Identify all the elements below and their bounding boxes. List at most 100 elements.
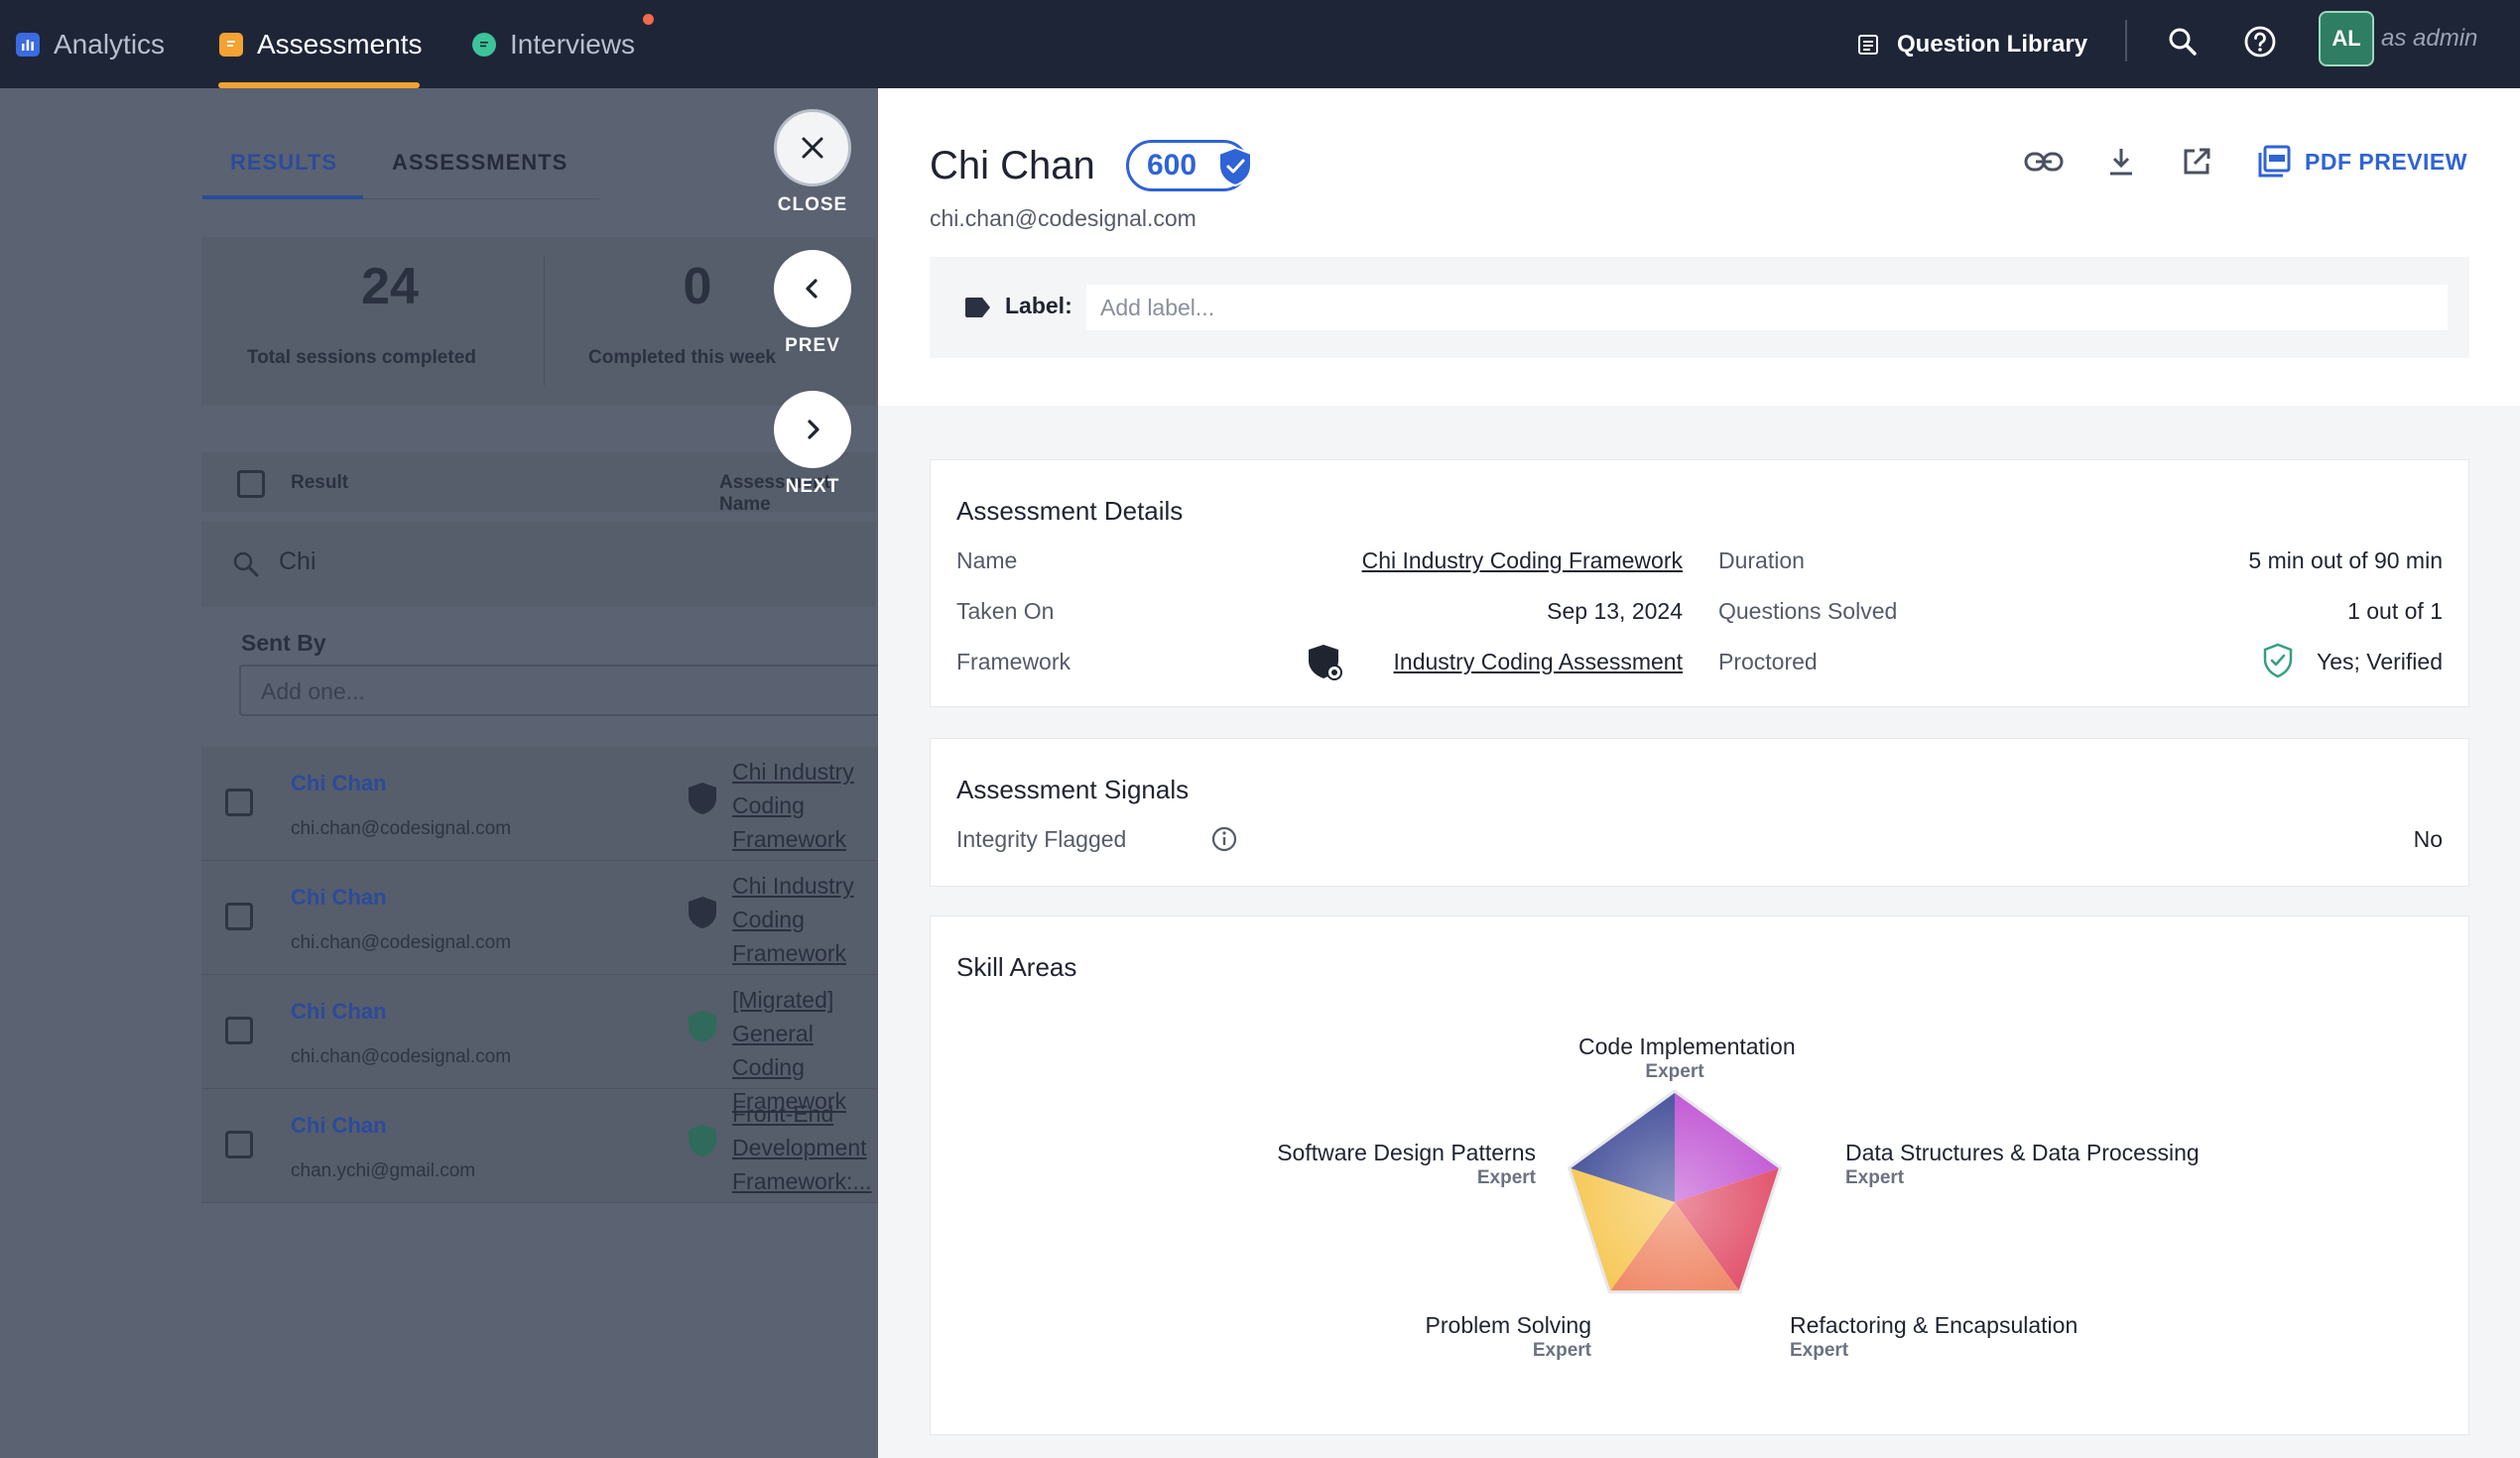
framework-shield-icon (689, 1125, 716, 1156)
open-external-button[interactable] (2175, 140, 2218, 183)
row-checkbox[interactable] (225, 903, 253, 930)
column-result[interactable]: Result (291, 472, 348, 494)
question-library-label: Question Library (1897, 30, 2088, 58)
stat-week-label: Completed this week (588, 347, 776, 368)
top-navigation-bar: Analytics Assessments Interviews Questio… (0, 0, 2520, 88)
integrity-flagged-value: No (2413, 826, 2443, 852)
stats-card: 24 Total sessions completed 0 Completed … (201, 237, 876, 406)
framework-link[interactable]: Industry Coding Assessment (1394, 649, 1683, 675)
chat-icon (472, 32, 496, 57)
results-panel-background: RESULTS ASSESSMENTS 24 Total sessions co… (0, 88, 894, 1458)
assessment-name-link[interactable]: Chi Industry Coding Framework (1362, 547, 1683, 574)
stat-week-value: 0 (683, 258, 712, 315)
row-framework-link[interactable]: Chi Industry Coding Framework (732, 869, 881, 970)
table-row[interactable]: Chi Chan chi.chan@codesignal.com Chi Ind… (201, 747, 878, 861)
bar-chart-icon (16, 32, 40, 57)
search-icon[interactable] (2163, 22, 2203, 61)
skill-label-code-implementation: Code Implementation (1578, 1033, 1796, 1059)
notification-dot (643, 14, 654, 25)
chevron-right-icon (808, 420, 819, 439)
skill-label-problem-solving: Problem Solving (1425, 1312, 1591, 1338)
row-candidate-name[interactable]: Chi Chan (291, 771, 387, 796)
table-row[interactable]: Chi Chan chan.ychi@gmail.com Front-End D… (201, 1089, 878, 1203)
row-checkbox[interactable] (225, 1017, 253, 1044)
candidate-detail-drawer: Chi Chan 600 chi.chan@codesignal.com PDF… (878, 88, 2520, 1458)
search-icon (233, 551, 259, 577)
tab-results[interactable]: RESULTS (230, 150, 337, 176)
label-section: Label: (930, 257, 2469, 358)
stat-divider (544, 257, 545, 386)
integrity-flagged-key: Integrity Flagged (956, 826, 1127, 852)
taken-on-key: Taken On (956, 598, 1055, 624)
skill-level-data-structures: Expert (1845, 1167, 1905, 1188)
nav-assessments-label: Assessments (257, 28, 423, 60)
radar-outline (1567, 1089, 1783, 1294)
nav-assessments[interactable]: Assessments (219, 0, 423, 88)
nav-interviews[interactable]: Interviews (472, 0, 635, 88)
pdf-icon (2258, 145, 2291, 178)
question-library-link[interactable]: Question Library (1857, 0, 2087, 88)
row-candidate-email: chi.chan@codesignal.com (291, 1046, 512, 1067)
framework-shield-icon (689, 897, 716, 928)
sent-by-input[interactable]: Add one... (239, 665, 894, 716)
prev-label: PREV (785, 335, 840, 356)
tag-icon (965, 298, 990, 317)
download-button[interactable] (2099, 140, 2143, 183)
skill-radar-chart (1567, 1089, 1783, 1294)
proctored-key: Proctored (1718, 649, 1818, 674)
copy-link-button[interactable] (2022, 140, 2066, 183)
name-key: Name (956, 547, 1018, 573)
tab-assessments[interactable]: ASSESSMENTS (392, 150, 567, 176)
select-all-checkbox[interactable] (237, 470, 265, 498)
next-button[interactable] (774, 391, 851, 468)
close-button[interactable] (774, 109, 851, 186)
framework-shield-icon (1309, 645, 1342, 680)
row-framework-link[interactable]: Chi Industry Coding Framework (732, 755, 881, 856)
skill-level-problem-solving: Expert (1532, 1340, 1591, 1361)
assessment-details-title: Assessment Details (956, 496, 1184, 526)
row-checkbox[interactable] (225, 789, 253, 816)
search-input[interactable]: Chi (279, 547, 316, 576)
verified-shield-icon (2263, 643, 2293, 678)
assessment-details-card: Assessment Details Name Chi Industry Cod… (930, 459, 2469, 707)
table-row[interactable]: Chi Chan chi.chan@codesignal.com [Migrat… (201, 975, 878, 1114)
stat-total-label: Total sessions completed (247, 347, 476, 368)
next-label: NEXT (785, 476, 840, 497)
row-candidate-email: chi.chan@codesignal.com (291, 818, 512, 839)
sent-by-placeholder: Add one... (261, 678, 365, 704)
row-candidate-name[interactable]: Chi Chan (291, 1113, 387, 1139)
nav-analytics-label: Analytics (54, 28, 166, 60)
skill-areas-card: Skill Areas Code Implementation Expert D… (930, 915, 2469, 1435)
skill-label-software-design: Software Design Patterns (1277, 1140, 1536, 1165)
row-checkbox[interactable] (225, 1131, 253, 1158)
link-icon (2024, 152, 2064, 172)
row-candidate-email: chan.ychi@gmail.com (291, 1160, 476, 1181)
duration-value: 5 min out of 90 min (2248, 547, 2443, 573)
row-candidate-name[interactable]: Chi Chan (291, 885, 387, 911)
verified-shield-icon (1218, 146, 1252, 187)
stat-total-value: 24 (361, 258, 419, 315)
close-label: CLOSE (777, 194, 848, 215)
table-row[interactable]: Chi Chan chi.chan@codesignal.com Chi Ind… (201, 861, 878, 975)
prev-button[interactable] (774, 250, 851, 327)
skill-level-code-implementation: Expert (1645, 1061, 1704, 1082)
candidate-email: chi.chan@codesignal.com (930, 205, 1197, 231)
proctored-value: Yes; Verified (2316, 649, 2443, 674)
close-icon (802, 137, 823, 159)
active-tab-underline (202, 195, 363, 199)
pdf-preview-button[interactable]: PDF PREVIEW (2257, 140, 2467, 183)
score-value: 600 (1147, 149, 1197, 182)
framework-key: Framework (956, 649, 1071, 674)
row-candidate-name[interactable]: Chi Chan (291, 999, 387, 1025)
nav-interviews-label: Interviews (510, 28, 636, 60)
nav-analytics[interactable]: Analytics (16, 0, 165, 88)
chevron-left-icon (806, 279, 818, 299)
row-framework-link[interactable]: Front-End Development Framework:... (732, 1097, 881, 1198)
add-label-input[interactable] (1086, 285, 2448, 330)
info-icon[interactable] (1210, 825, 1238, 853)
taken-on-value: Sep 13, 2024 (1547, 598, 1683, 624)
help-icon[interactable] (2240, 22, 2280, 61)
avatar[interactable]: AL (2319, 11, 2374, 66)
sent-by-label: Sent By (241, 630, 326, 656)
results-search[interactable]: Chi (201, 522, 876, 607)
